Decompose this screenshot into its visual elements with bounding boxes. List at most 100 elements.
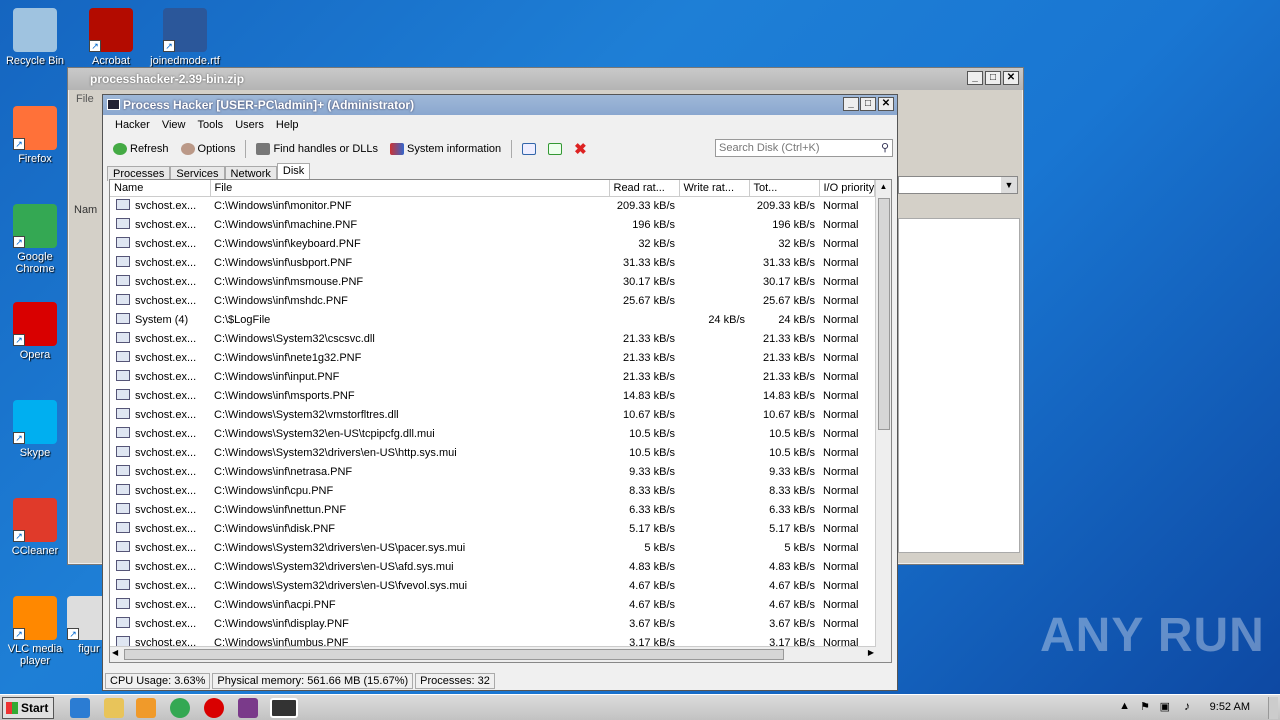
column-header[interactable]: Read rat... — [609, 180, 680, 197]
table-row[interactable]: svchost.ex... C:\Windows\System32\en-US\t… — [110, 424, 874, 443]
archive-address-dropdown[interactable]: ▼ — [898, 176, 1018, 194]
taskbar: Start ▲ ⚑ ▣ ♪ 9:52 AM — [0, 694, 1280, 720]
table-row[interactable]: svchost.ex... C:\Windows\inf\keyboard.PNF… — [110, 234, 874, 253]
archive-column-name[interactable]: Nam — [74, 204, 97, 216]
scroll-left-icon[interactable]: ◀ — [112, 648, 118, 657]
shortcut-arrow-icon: ↗ — [13, 138, 25, 150]
table-row[interactable]: svchost.ex... C:\Windows\inf\disk.PNF 5.17… — [110, 519, 874, 538]
menu-users[interactable]: Users — [229, 119, 270, 131]
menu-hacker[interactable]: Hacker — [109, 119, 156, 131]
table-row[interactable]: svchost.ex... C:\Windows\inf\nete1g32.PNF… — [110, 348, 874, 367]
maximize-button[interactable]: □ — [985, 71, 1001, 85]
archive-title-bar[interactable]: processhacker-2.39-bin.zip _ □ ✕ — [68, 68, 1023, 90]
menu-help[interactable]: Help — [270, 119, 305, 131]
scroll-up-icon[interactable]: ▲ — [876, 180, 891, 194]
table-row[interactable]: svchost.ex... C:\Windows\inf\cpu.PNF 8.33 … — [110, 481, 874, 500]
total-rate-cell: 14.83 kB/s — [763, 389, 815, 402]
desktop-icon[interactable]: ↗ joinedmode.rtf — [150, 8, 220, 67]
vertical-scroll-thumb[interactable] — [878, 198, 890, 430]
menu-tools[interactable]: Tools — [192, 119, 230, 131]
opera-taskbar-icon[interactable] — [204, 698, 224, 718]
table-row[interactable]: svchost.ex... C:\Windows\inf\display.PNF 3… — [110, 614, 874, 633]
table-row[interactable]: svchost.ex... C:\Windows\inf\mshdc.PNF 25.… — [110, 291, 874, 310]
table-row[interactable]: svchost.ex... C:\Windows\System32\drivers… — [110, 576, 874, 595]
winrar-taskbar-icon[interactable] — [238, 698, 258, 718]
network-icon[interactable]: ▣ — [1160, 700, 1170, 713]
chrome-taskbar-icon[interactable] — [170, 698, 190, 718]
file-cell: C:\Windows\inf\disk.PNF — [214, 522, 336, 535]
table-row[interactable]: svchost.ex... C:\Windows\System32\vmstorf… — [110, 405, 874, 424]
table-row[interactable]: svchost.ex... C:\Windows\inf\acpi.PNF 4.67… — [110, 595, 874, 614]
column-header[interactable]: File — [210, 180, 610, 197]
clock[interactable]: 9:52 AM — [1210, 701, 1250, 713]
processes-count-status: Processes: 32 — [415, 673, 495, 689]
column-header[interactable]: Write rat... — [679, 180, 750, 197]
desktop-icon[interactable]: ↗ Firefox — [0, 106, 70, 165]
maximize-button[interactable]: □ — [860, 97, 876, 111]
close-button[interactable]: ✕ — [878, 97, 894, 111]
process-name-cell: svchost.ex... — [110, 272, 210, 291]
column-header[interactable]: Name — [110, 180, 211, 197]
system-information-button[interactable]: System information — [384, 143, 507, 155]
table-row[interactable]: svchost.ex... C:\Windows\inf\usbport.PNF 3… — [110, 253, 874, 272]
read-rate-cell: 196 kB/s — [632, 218, 675, 231]
table-row[interactable]: svchost.ex... C:\Windows\System32\drivers… — [110, 557, 874, 576]
desktop-icon[interactable]: ↗ Google Chrome — [0, 204, 70, 275]
refresh-button[interactable]: Refresh — [107, 143, 175, 155]
table-row[interactable]: svchost.ex... C:\Windows\inf\monitor.PNF 2… — [110, 196, 874, 215]
close-button[interactable]: ✕ — [1003, 71, 1019, 85]
table-row[interactable]: svchost.ex... C:\Windows\inf\msmouse.PNF 3… — [110, 272, 874, 291]
file-cell: C:\Windows\inf\machine.PNF — [214, 218, 358, 231]
write-rate-cell — [679, 234, 749, 253]
find-handles-button[interactable]: Find handles or DLLs — [250, 143, 384, 155]
refresh-icon — [113, 143, 127, 155]
show-desktop-button[interactable] — [1268, 697, 1278, 719]
skype-icon: ↗ — [13, 400, 57, 444]
process-hacker-window[interactable]: Process Hacker [USER-PC\admin]+ (Adminis… — [102, 94, 898, 691]
process-icon — [116, 332, 130, 343]
table-row[interactable]: svchost.ex... C:\Windows\inf\netrasa.PNF 9… — [110, 462, 874, 481]
media-player-icon[interactable] — [136, 698, 156, 718]
options-button[interactable]: Options — [175, 143, 242, 155]
table-row[interactable]: svchost.ex... C:\Windows\System32\drivers… — [110, 443, 874, 462]
volume-icon[interactable]: ♪ — [1184, 699, 1190, 713]
vertical-scrollbar[interactable]: ▲ — [875, 180, 891, 662]
table-row[interactable]: svchost.ex... C:\Windows\System32\drivers… — [110, 538, 874, 557]
desktop-icon[interactable]: ↗ Skype — [0, 400, 70, 459]
horizontal-scroll-thumb[interactable] — [124, 649, 784, 660]
minimize-button[interactable]: _ — [843, 97, 859, 111]
table-row[interactable]: svchost.ex... C:\Windows\inf\nettun.PNF 6.… — [110, 500, 874, 519]
find-window-button[interactable] — [542, 143, 568, 155]
menu-view[interactable]: View — [156, 119, 192, 131]
desktop-icon-label: Recycle Bin — [5, 55, 65, 67]
start-button[interactable]: Start — [2, 697, 54, 719]
internet-explorer-icon[interactable] — [70, 698, 90, 718]
window-button[interactable] — [516, 143, 542, 155]
terminate-button[interactable]: ✖ — [568, 140, 593, 158]
column-header[interactable]: Tot... — [749, 180, 820, 197]
table-row[interactable]: System (4) C:\$LogFile 24 kB/s 24 kB/s Norma… — [110, 310, 874, 329]
table-row[interactable]: svchost.ex... C:\Windows\inf\machine.PNF 1… — [110, 215, 874, 234]
desktop-icon[interactable]: ↗ Acrobat — [76, 8, 146, 67]
window-title-bar[interactable]: Process Hacker [USER-PC\admin]+ (Adminis… — [103, 95, 897, 115]
desktop-icon[interactable]: Recycle Bin — [0, 8, 70, 67]
file-cell: C:\Windows\inf\keyboard.PNF — [214, 237, 361, 250]
write-rate-cell — [679, 367, 749, 386]
file-explorer-icon[interactable] — [104, 698, 124, 718]
disk-list[interactable]: Name File Read rat... Write rat... Tot... I/O… — [109, 179, 892, 663]
desktop-icon[interactable]: ↗ CCleaner — [0, 498, 70, 557]
minimize-button[interactable]: _ — [967, 71, 983, 85]
process-hacker-taskbar-icon[interactable] — [270, 698, 298, 718]
column-header[interactable]: I/O priority — [819, 180, 875, 197]
horizontal-scrollbar[interactable]: ◀ ▶ — [110, 646, 876, 662]
show-hidden-icons-icon[interactable]: ▲ — [1119, 700, 1130, 712]
shortcut-arrow-icon: ↗ — [67, 628, 79, 640]
scroll-right-icon[interactable]: ▶ — [868, 648, 874, 657]
flag-icon[interactable]: ⚑ — [1140, 700, 1150, 713]
table-row[interactable]: svchost.ex... C:\Windows\System32\cscsvc.… — [110, 329, 874, 348]
table-row[interactable]: svchost.ex... C:\Windows\inf\input.PNF 21.… — [110, 367, 874, 386]
table-row[interactable]: svchost.ex... C:\Windows\inf\msports.PNF 1… — [110, 386, 874, 405]
desktop-icon[interactable]: ↗ Opera — [0, 302, 70, 361]
search-input[interactable]: Search Disk (Ctrl+K) ⚲ — [715, 139, 893, 157]
total-rate-cell: 4.67 kB/s — [769, 579, 815, 592]
